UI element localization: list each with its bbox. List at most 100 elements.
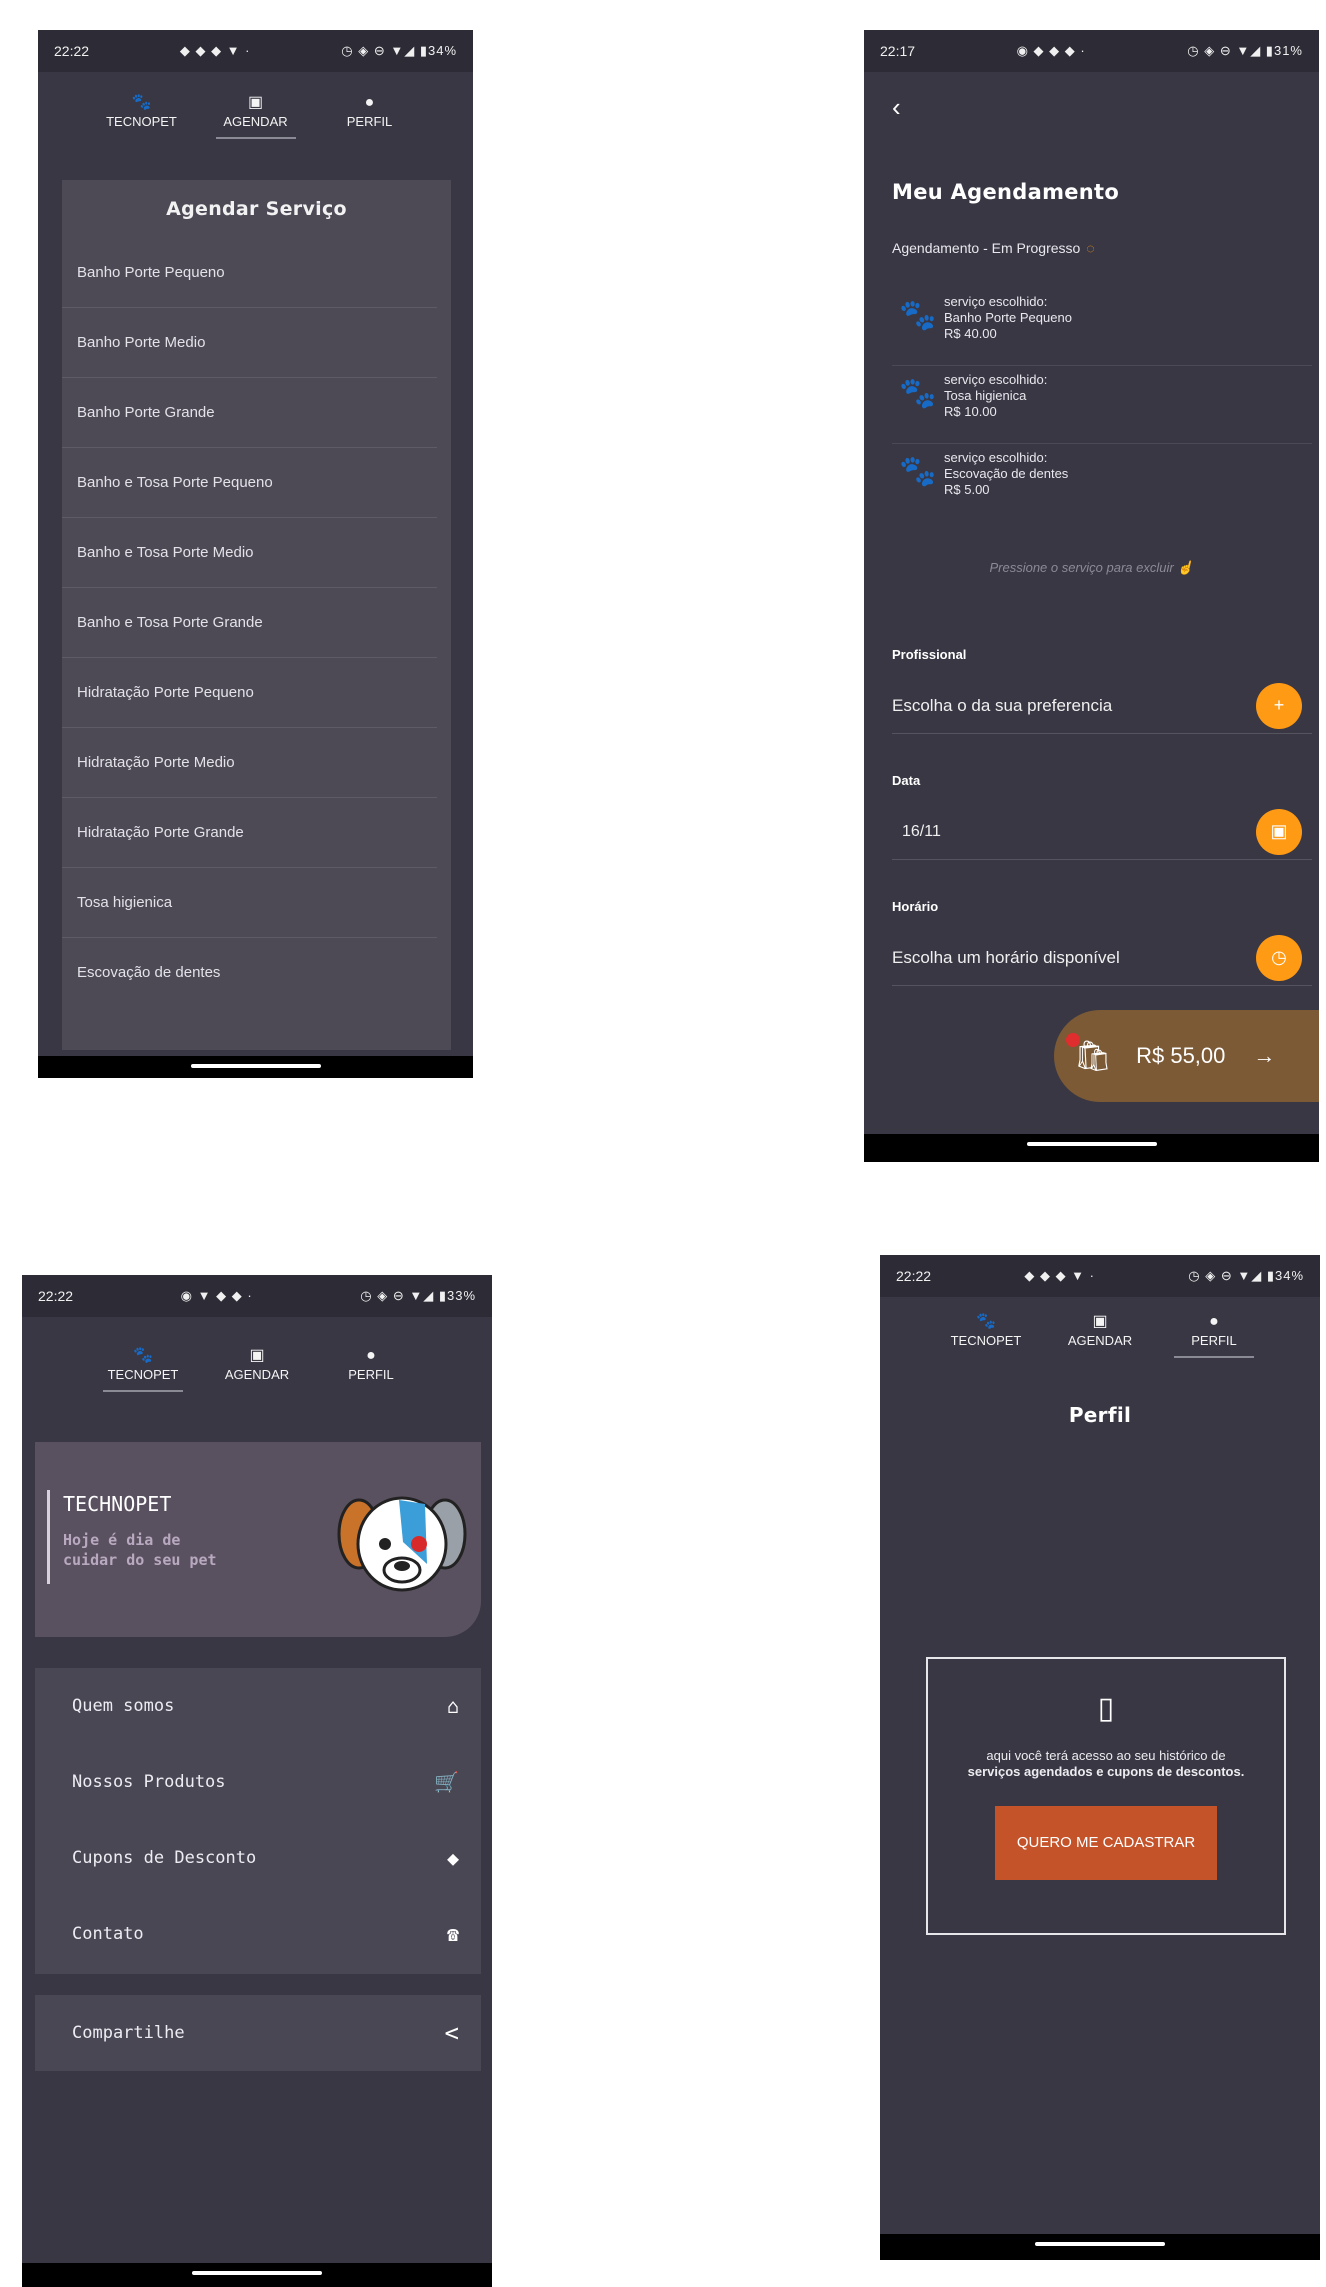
item-label: serviço escolhido:: [944, 294, 1048, 309]
menu-item-quem-somos[interactable]: Quem somos ⌂: [35, 1668, 481, 1744]
item-price: R$ 10.00: [944, 404, 997, 419]
page-title: Perfil: [1068, 1403, 1132, 1427]
plus-icon: +: [1273, 695, 1285, 715]
signup-box: ▯ aqui você terá acesso ao seu histórico…: [926, 1657, 1286, 1935]
professional-value: Escolha o da sua preferencia: [892, 695, 1113, 715]
clock-icon: ◷: [1271, 947, 1287, 967]
message-bold: serviços agendados e cupons de descontos…: [967, 1764, 1245, 1779]
paw-icon: 🐾: [899, 299, 937, 332]
paw-icon: 🐾: [899, 455, 937, 488]
hint-text: Pressione o serviço para excluir: [989, 560, 1174, 575]
person-icon: ●: [364, 94, 375, 111]
time-field[interactable]: Escolha um horário disponível ◷: [892, 930, 1312, 986]
tab-perfil[interactable]: ● PERFIL: [1174, 1311, 1254, 1358]
dog-mascot-icon: [337, 1496, 467, 1592]
tab-bar: 🐾 TECNOPET ▣ AGENDAR ● PERFIL: [38, 92, 473, 139]
date-picker-button[interactable]: ▣: [1256, 808, 1302, 855]
tab-agendar[interactable]: ▣ AGENDAR: [217, 1345, 297, 1392]
chosen-service-item[interactable]: 🐾 serviço escolhido: Tosa higienica R$ 1…: [892, 366, 1312, 444]
tab-tecnopet[interactable]: 🐾 TECNOPET: [946, 1311, 1026, 1358]
spinner-icon: ◌: [1086, 240, 1095, 256]
professional-field[interactable]: Escolha o da sua preferencia +: [892, 678, 1312, 734]
phone-icon: ☎: [446, 1922, 459, 1946]
tab-bar: 🐾 TECNOPET ▣ AGENDAR ● PERFIL: [880, 1311, 1320, 1358]
paw-icon: 🐾: [976, 1313, 996, 1330]
service-item[interactable]: Banho e Tosa Porte Grande: [62, 588, 437, 658]
main-menu: Quem somos ⌂ Nossos Produtos 🛒 Cupons de…: [35, 1668, 481, 1974]
signup-button[interactable]: QUERO ME CADASTRAR: [995, 1806, 1217, 1880]
service-item[interactable]: Banho e Tosa Porte Pequeno: [62, 448, 437, 518]
status-time: 22:17: [880, 43, 916, 59]
tab-label: PERFIL: [346, 114, 393, 129]
service-item[interactable]: Tosa higienica: [62, 868, 437, 938]
banner-accent-bar: [47, 1490, 50, 1584]
tab-perfil[interactable]: ● PERFIL: [331, 1345, 411, 1392]
card-title: Agendar Serviço: [166, 198, 347, 220]
services-card: Agendar Serviço Banho Porte Pequeno Banh…: [62, 180, 451, 1050]
item-price: R$ 40.00: [944, 326, 997, 341]
item-label: serviço escolhido:: [944, 450, 1048, 465]
service-item[interactable]: Banho Porte Pequeno: [62, 238, 437, 308]
tab-label: PERFIL: [348, 1367, 394, 1382]
menu-item-contato[interactable]: Contato ☎: [35, 1896, 481, 1972]
paw-icon: 🐾: [131, 94, 152, 111]
item-service: Tosa higienica: [944, 388, 1027, 403]
nav-bar: [22, 2263, 492, 2287]
tab-agendar[interactable]: ▣ AGENDAR: [1060, 1311, 1140, 1358]
status-time: 22:22: [38, 1288, 74, 1304]
item-service: Escovação de dentes: [944, 466, 1069, 481]
chosen-services-list: 🐾 serviço escolhido: Banho Porte Pequeno…: [892, 288, 1312, 522]
person-icon: ●: [366, 1347, 376, 1364]
service-item[interactable]: Hidratação Porte Pequeno: [62, 658, 437, 728]
service-item[interactable]: Banho Porte Medio: [62, 308, 437, 378]
calendar-icon: ▣: [247, 94, 264, 111]
tagline: Hoje é dia de cuidar do seu pet: [63, 1531, 217, 1569]
home-handle[interactable]: [190, 1064, 321, 1068]
chosen-service-item[interactable]: 🐾 serviço escolhido: Banho Porte Pequeno…: [892, 288, 1312, 366]
screen-agendar: 22:22 ◆ ◆ ◆ ▼ · ◷ ◈ ⊖ ▼◢ ▮34% 🐾 TECNOPET…: [38, 30, 473, 1078]
tab-perfil[interactable]: ● PERFIL: [330, 92, 410, 139]
paw-icon: 🐾: [133, 1347, 153, 1364]
home-handle[interactable]: [1035, 2242, 1165, 2246]
share-label: Compartilhe: [72, 2023, 185, 2043]
status-bar: 22:22 ◆ ◆ ◆ ▼ · ◷ ◈ ⊖ ▼◢ ▮34%: [38, 30, 473, 72]
share-button[interactable]: Compartilhe <: [35, 1995, 481, 2071]
service-item[interactable]: Hidratação Porte Medio: [62, 728, 437, 798]
nav-bar: [38, 1056, 473, 1078]
home-handle[interactable]: [1026, 1142, 1157, 1146]
back-arrow-icon[interactable]: ‹: [892, 92, 901, 123]
time-value: Escolha um horário disponível: [892, 947, 1120, 967]
service-item[interactable]: Hidratação Porte Grande: [62, 798, 437, 868]
time-label: Horário: [892, 899, 939, 914]
menu-item-cupons[interactable]: Cupons de Desconto ◆: [35, 1820, 481, 1896]
tab-tecnopet[interactable]: 🐾 TECNOPET: [102, 92, 182, 139]
time-picker-button[interactable]: ◷: [1256, 934, 1302, 981]
welcome-banner: TECHNOPET Hoje é dia de cuidar do seu pe…: [35, 1442, 481, 1637]
notification-icons: ◆ ◆ ◆ ▼ ·: [179, 43, 251, 58]
professional-label: Profissional: [892, 647, 967, 662]
tab-label: TECNOPET: [106, 114, 177, 129]
menu-label: Contato: [72, 1924, 144, 1944]
menu-item-produtos[interactable]: Nossos Produtos 🛒: [35, 1744, 481, 1820]
date-value: 16/11: [902, 822, 941, 840]
paw-icon: 🐾: [899, 377, 937, 410]
service-item[interactable]: Banho Porte Grande: [62, 378, 437, 448]
date-field[interactable]: 16/11 ▣: [892, 804, 1312, 860]
nav-bar: [880, 2234, 1320, 2260]
home-handle[interactable]: [192, 2271, 322, 2275]
cart-badge: [1066, 1032, 1080, 1047]
chosen-service-item[interactable]: 🐾 serviço escolhido: Escovação de dentes…: [892, 444, 1312, 522]
progress-status: Agendamento - Em Progresso ◌: [892, 240, 1095, 256]
share-icon: <: [444, 2019, 459, 2047]
shopping-bag-icon: 🛍: [1066, 1032, 1112, 1074]
tab-agendar[interactable]: ▣ AGENDAR: [215, 92, 296, 139]
item-label: serviço escolhido:: [944, 372, 1048, 387]
status-bar: 22:22 ◉ ▼ ◆ ◆ · ◷ ◈ ⊖ ▼◢ ▮33%: [22, 1275, 492, 1317]
cart-total-button[interactable]: 🛍 R$ 55,00 →: [1054, 1010, 1319, 1102]
screen-tecnopet: 22:22 ◉ ▼ ◆ ◆ · ◷ ◈ ⊖ ▼◢ ▮33% 🐾 TECNOPET…: [22, 1275, 492, 2287]
service-item[interactable]: Banho e Tosa Porte Medio: [62, 518, 437, 588]
tab-tecnopet[interactable]: 🐾 TECNOPET: [103, 1345, 183, 1392]
cart-total: R$ 55,00: [1136, 1043, 1226, 1068]
service-item[interactable]: Escovação de dentes: [62, 938, 437, 1008]
add-professional-button[interactable]: +: [1256, 682, 1302, 729]
